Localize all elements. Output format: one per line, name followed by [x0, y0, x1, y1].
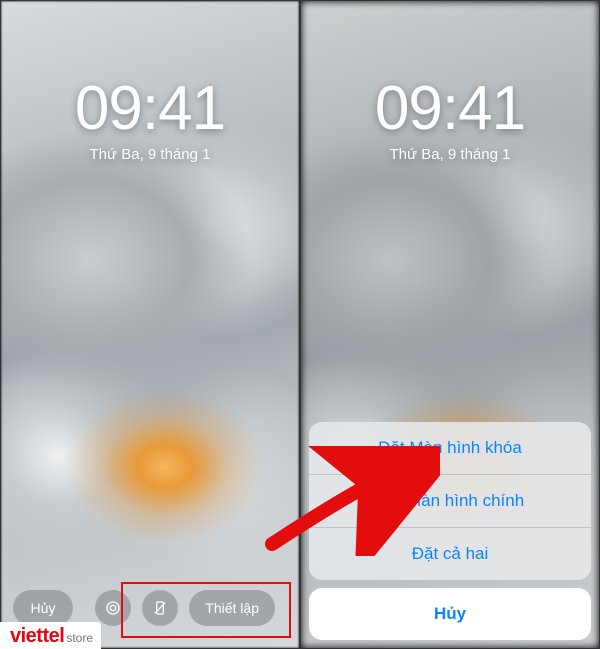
action-sheet-cancel-button[interactable]: Hủy [309, 588, 591, 640]
setup-button[interactable]: Thiết lập [189, 590, 275, 626]
date-text: Thứ Ba, 9 tháng 1 [301, 146, 599, 163]
watermark-brand: viettel [10, 625, 64, 648]
perspective-icon-button[interactable] [142, 590, 178, 626]
viettel-watermark: viettel store [0, 622, 101, 649]
time-text: 09:41 [1, 73, 299, 144]
watermark-sub: store [66, 631, 93, 645]
left-phone-screen: 09:41 Thứ Ba, 9 tháng 1 Hủy Thiết lập [0, 0, 300, 649]
right-phone-screen: 09:41 Thứ Ba, 9 tháng 1 Đặt Màn hình khó… [300, 0, 600, 649]
action-sheet-menu: Đặt Màn hình khóa Đặt Màn hình chính Đặt… [309, 422, 591, 580]
date-text: Thứ Ba, 9 tháng 1 [1, 146, 299, 163]
circles-icon [105, 600, 121, 616]
filter-icon-button[interactable] [95, 590, 131, 626]
time-text: 09:41 [301, 73, 599, 144]
lock-clock: 09:41 Thứ Ba, 9 tháng 1 [301, 73, 599, 163]
action-sheet: Đặt Màn hình khóa Đặt Màn hình chính Đặt… [309, 422, 591, 648]
phone-slash-icon [152, 600, 168, 616]
set-home-screen-option[interactable]: Đặt Màn hình chính [309, 475, 591, 528]
set-both-option[interactable]: Đặt cả hai [309, 528, 591, 580]
lock-clock: 09:41 Thứ Ba, 9 tháng 1 [1, 73, 299, 163]
set-lock-screen-option[interactable]: Đặt Màn hình khóa [309, 422, 591, 475]
